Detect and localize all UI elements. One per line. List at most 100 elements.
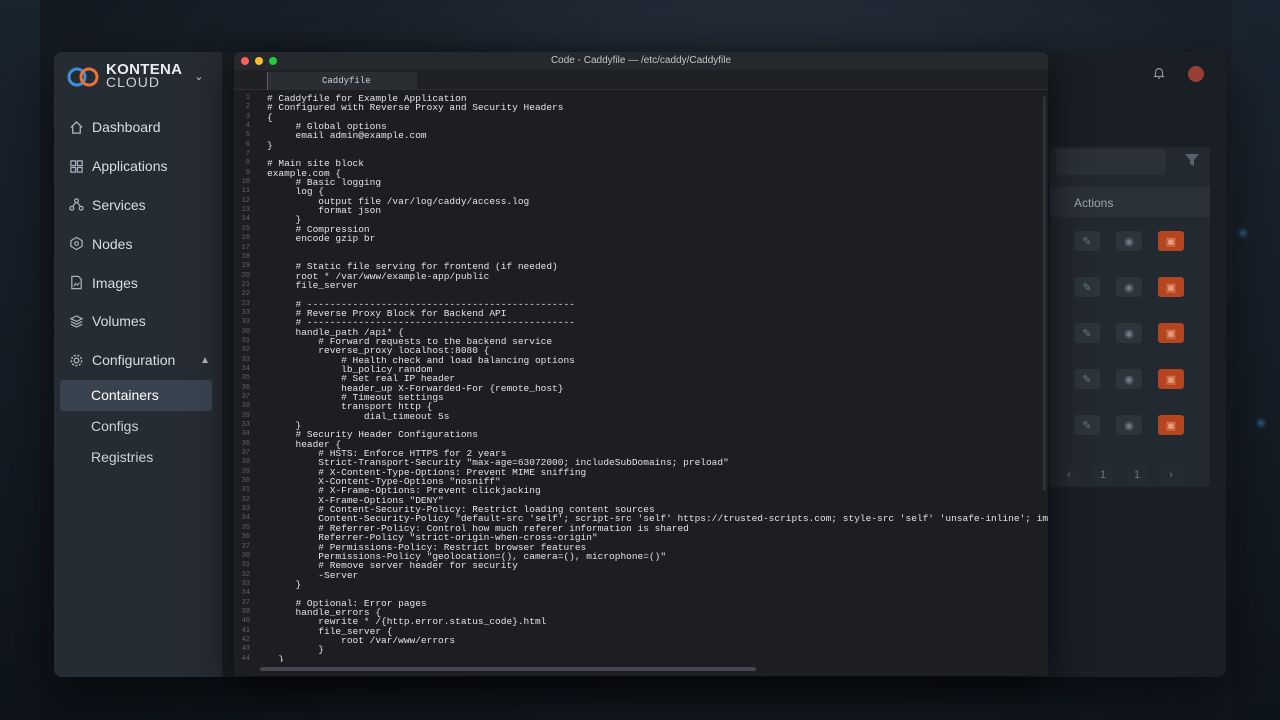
code-line[interactable]: 16 encode gzip br <box>234 233 1048 245</box>
line-number: 36 <box>241 439 250 448</box>
horizontal-scrollbar[interactable] <box>260 667 756 671</box>
search-input[interactable] <box>1056 149 1166 175</box>
code-line[interactable]: 32 -Server <box>234 570 1048 580</box>
code-line[interactable]: 5 email admin@example.com <box>234 131 1048 141</box>
line-number: 35 <box>241 523 250 532</box>
sidebar-item-dashboard[interactable]: Dashboard <box>54 108 222 147</box>
vertical-scrollbar[interactable] <box>1043 96 1046 491</box>
tab-caddyfile[interactable]: Caddyfile <box>267 72 417 90</box>
sidebar-item-configuration[interactable]: Configuration ▲ <box>54 341 222 380</box>
line-number: 34 <box>241 430 250 439</box>
code-line[interactable]: 33 } <box>234 579 1048 589</box>
line-number: 8 <box>245 159 250 168</box>
line-number: 11 <box>241 187 250 196</box>
code-line[interactable]: 43 } <box>234 645 1048 655</box>
bell-icon[interactable] <box>1152 66 1166 80</box>
line-number: 33 <box>241 579 250 588</box>
chevron-up-icon[interactable]: ▲ <box>200 355 210 366</box>
code-editor-window: Code - Caddyfile — /etc/caddy/Caddyfile … <box>234 52 1048 676</box>
sidebar-subitem-registries[interactable]: Registries <box>54 442 222 473</box>
maximize-icon[interactable] <box>269 57 277 65</box>
next-page-icon[interactable]: › <box>1160 465 1182 485</box>
sidebar-item-services[interactable]: Services <box>54 186 222 225</box>
code-line[interactable]: 2 # Configured with Reverse Proxy and Sec… <box>234 102 1048 114</box>
code-line[interactable]: 42 root /var/www/errors <box>234 636 1048 646</box>
sidebar-item-volumes[interactable]: Volumes <box>54 302 222 341</box>
line-number: 39 <box>241 411 250 420</box>
delete-icon[interactable]: ▣ <box>1158 323 1184 343</box>
sidebar-item-nodes[interactable]: Nodes <box>54 224 222 263</box>
eye-icon[interactable]: ◉ <box>1116 277 1142 297</box>
line-number: 32 <box>241 495 250 504</box>
line-number: 33 <box>241 308 250 317</box>
avatar[interactable] <box>1188 66 1204 82</box>
delete-icon[interactable]: ▣ <box>1158 369 1184 389</box>
code-line[interactable]: 17 <box>234 244 1048 253</box>
line-number: 31 <box>241 336 250 345</box>
sidebar-item-label: Services <box>92 196 146 213</box>
code-line[interactable]: 13 format json <box>234 206 1048 216</box>
code-text: # Configured with Reverse Proxy and Secu… <box>267 102 564 114</box>
share-nodes-icon <box>68 197 84 213</box>
code-line[interactable]: 44 } <box>234 654 1048 662</box>
table-row: ✎ ◉ ▣ <box>1074 275 1198 299</box>
edit-icon[interactable]: ✎ <box>1074 231 1100 251</box>
line-number: 34 <box>241 364 250 373</box>
eye-icon[interactable]: ◉ <box>1116 415 1142 435</box>
code-line[interactable]: 6} <box>234 139 1048 151</box>
code-line[interactable]: 39 dial_timeout 5s <box>234 411 1048 421</box>
code-line[interactable]: 34 # Security Header Configurations <box>234 430 1048 440</box>
sidebar-item-label: Volumes <box>92 313 146 330</box>
brand-logo[interactable]: KONTENA CLOUD ⌄ <box>54 52 222 100</box>
delete-icon[interactable]: ▣ <box>1158 277 1184 297</box>
table-row: ✎ ◉ ▣ <box>1074 229 1198 253</box>
sidebar-subitem-configs[interactable]: Configs <box>54 411 222 442</box>
page-last[interactable]: 1 <box>1126 465 1148 485</box>
edit-icon[interactable]: ✎ <box>1074 369 1100 389</box>
edit-icon[interactable]: ✎ <box>1074 415 1100 435</box>
line-number: 34 <box>241 514 250 523</box>
line-number: 9 <box>245 168 250 177</box>
line-number: 33 <box>241 318 250 327</box>
eye-icon[interactable]: ◉ <box>1116 231 1142 251</box>
line-number: 30 <box>241 477 250 486</box>
code-text: } <box>267 139 273 151</box>
close-icon[interactable] <box>241 57 249 65</box>
line-number: 22 <box>241 290 250 299</box>
sidebar: KONTENA CLOUD ⌄ Dashboard Applications S… <box>54 52 222 677</box>
sidebar-item-images[interactable]: Images <box>54 263 222 302</box>
line-number: 16 <box>241 234 250 243</box>
line-number: 43 <box>241 645 250 654</box>
chevron-down-icon[interactable]: ⌄ <box>194 70 203 83</box>
code-line[interactable]: 8 # Main site block <box>234 159 1048 169</box>
file-image-icon <box>68 275 84 291</box>
delete-icon[interactable]: ▣ <box>1158 415 1184 435</box>
line-number: 39 <box>241 467 250 476</box>
delete-icon[interactable]: ▣ <box>1158 231 1184 251</box>
page-current[interactable]: 1 <box>1092 465 1114 485</box>
logo-mark-icon <box>66 63 100 89</box>
eye-icon[interactable]: ◉ <box>1116 369 1142 389</box>
prev-page-icon[interactable]: ‹ <box>1058 465 1080 485</box>
sidebar-item-label: Applications <box>92 158 168 175</box>
code-area[interactable]: 1 # Caddyfile for Example Application 2 # C… <box>234 94 1048 662</box>
line-number: 36 <box>241 383 250 392</box>
code-text: encode gzip br <box>267 233 376 245</box>
filter-icon[interactable] <box>1184 153 1204 171</box>
line-number: 17 <box>241 243 250 252</box>
code-line[interactable]: 10 # Basic logging <box>234 178 1048 188</box>
line-number: 12 <box>241 196 250 205</box>
brand-name: KONTENA CLOUD <box>106 62 182 89</box>
edit-icon[interactable]: ✎ <box>1074 323 1100 343</box>
eye-icon[interactable]: ◉ <box>1116 323 1142 343</box>
background-light <box>1240 230 1246 236</box>
sidebar-item-applications[interactable]: Applications <box>54 147 222 186</box>
line-number: 36 <box>241 533 250 542</box>
edit-icon[interactable]: ✎ <box>1074 277 1100 297</box>
minimize-icon[interactable] <box>255 57 263 65</box>
sidebar-subitem-containers[interactable]: Containers <box>60 379 212 411</box>
line-number: 31 <box>241 561 250 570</box>
line-number: 2 <box>245 103 250 112</box>
line-number: 44 <box>241 654 250 662</box>
code-line[interactable]: 21 file_server <box>234 280 1048 290</box>
